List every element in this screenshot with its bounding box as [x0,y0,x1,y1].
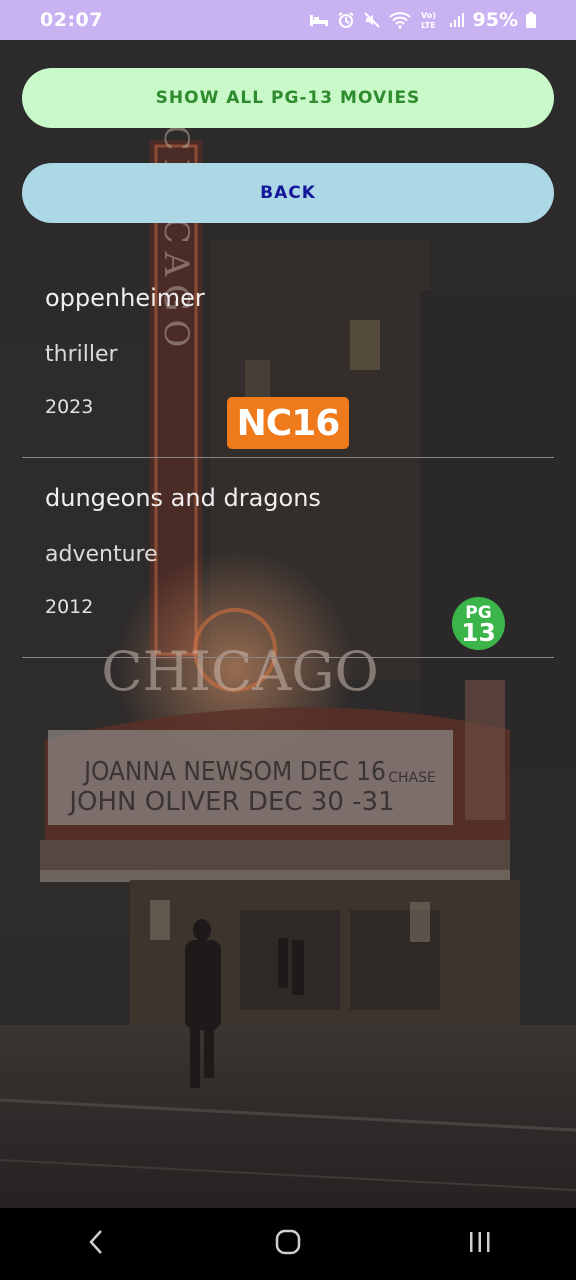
show-all-pg13-button[interactable]: SHOW ALL PG-13 MOVIES [22,68,554,128]
movie-list-item[interactable]: oppenheimer thriller 2023 NC16 [22,258,554,458]
movie-genre: adventure [45,542,158,567]
pg13-rating-badge: PG 13 [452,597,505,650]
battery-level: 95% [472,9,518,31]
signal-icon [449,12,465,28]
alarm-icon [337,11,355,29]
marquee-line-1: JOANNA NEWSOM DEC 16 [82,757,386,787]
recents-icon [466,1229,494,1259]
movie-list-item[interactable]: dungeons and dragons adventure 2012 PG 1… [22,458,554,658]
wifi-icon [388,11,411,29]
movie-title: dungeons and dragons [45,484,321,512]
rating-badge-bottom: 13 [461,617,496,647]
back-button[interactable]: BACK [22,163,554,223]
movie-title: oppenheimer [45,284,205,312]
marquee-line-2: JOHN OLIVER DEC 30 -31 [67,787,394,817]
back-icon [86,1228,106,1260]
navigation-bar [0,1208,576,1280]
svg-text:LTE: LTE [421,21,436,30]
movie-genre: thriller [45,342,118,367]
sponsor-text: CHASE [388,770,436,786]
movie-year: 2012 [45,596,94,618]
nav-recents-button[interactable] [430,1214,530,1274]
status-icons: Vo) LTE 95% [309,9,536,31]
bed-icon [309,12,329,28]
svg-text:Vo): Vo) [421,11,436,20]
home-icon [274,1228,302,1260]
mute-icon [363,11,381,29]
nc16-rating-badge: NC16 [227,397,349,449]
battery-icon [526,12,536,28]
movie-year: 2023 [45,396,94,418]
nav-home-button[interactable] [238,1214,338,1274]
status-bar: 02:07 Vo) LTE 95% [0,0,576,40]
status-time: 02:07 [40,9,103,31]
nav-back-button[interactable] [46,1214,146,1274]
volte-icon: Vo) LTE [419,10,441,30]
